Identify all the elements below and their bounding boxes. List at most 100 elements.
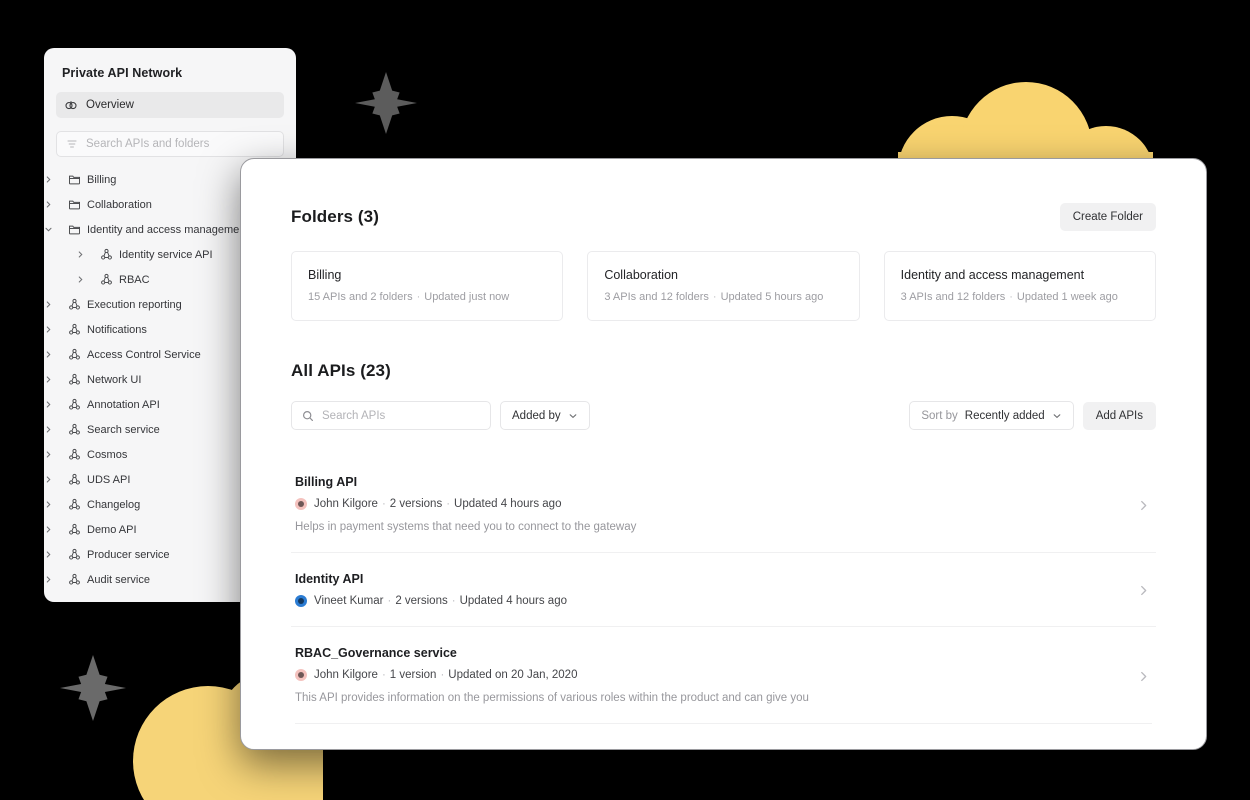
api-item-versions: 2 versions bbox=[395, 595, 448, 607]
api-item-name: RBAC_Governance service bbox=[295, 646, 457, 660]
meta-separator: · bbox=[440, 669, 445, 681]
sidebar-item-label: Access Control Service bbox=[87, 348, 201, 361]
folder-card[interactable]: Billing 15 APIs and 2 folders · Updated jus… bbox=[291, 251, 564, 321]
sort-by-value: Recently added bbox=[964, 409, 1045, 422]
chevron-right-icon[interactable] bbox=[1137, 582, 1156, 597]
chevron-down-icon[interactable] bbox=[44, 225, 68, 234]
sidebar-item-label: Identity service API bbox=[119, 248, 213, 261]
sidebar-item-label: Annotation API bbox=[87, 398, 160, 411]
api-nodes-icon bbox=[68, 448, 87, 461]
api-nodes-icon bbox=[68, 548, 87, 561]
chevron-right-icon[interactable] bbox=[1137, 497, 1156, 512]
chevron-right-icon[interactable] bbox=[44, 450, 68, 459]
folder-card-counts: 3 APIs and 12 folders bbox=[604, 291, 709, 303]
chevron-right-icon[interactable] bbox=[44, 550, 68, 559]
chevron-right-icon[interactable] bbox=[44, 200, 68, 209]
added-by-dropdown[interactable]: Added by bbox=[500, 401, 590, 430]
api-item-author: John Kilgore bbox=[314, 669, 378, 681]
api-nodes-icon bbox=[68, 398, 87, 411]
api-nodes-icon bbox=[68, 498, 87, 511]
sidebar-item-overview[interactable]: Overview bbox=[56, 92, 284, 118]
folder-icon bbox=[68, 223, 87, 236]
api-item-author: Vineet Kumar bbox=[314, 595, 384, 607]
sidebar-item-label: Demo API bbox=[87, 523, 137, 536]
sort-by-prefix: Sort by bbox=[921, 409, 958, 422]
sidebar-item-label: Identity and access management bbox=[87, 223, 249, 236]
sidebar-item-label: Changelog bbox=[87, 498, 141, 511]
folder-card-updated: Updated just now bbox=[424, 291, 510, 303]
api-item-versions: 1 version bbox=[389, 669, 437, 681]
chevron-right-icon[interactable] bbox=[44, 400, 68, 409]
folder-card[interactable]: Collaboration 3 APIs and 12 folders · Updat… bbox=[587, 251, 860, 321]
sidebar-title: Private API Network bbox=[62, 66, 183, 80]
sidebar-item-label: Audit service bbox=[87, 573, 150, 586]
folder-card-updated: Updated 1 week ago bbox=[1016, 291, 1118, 303]
folder-card-counts: 3 APIs and 12 folders bbox=[900, 291, 1006, 303]
api-list-item[interactable]: Identity API Vineet Kumar · 2 versions · Upda… bbox=[291, 552, 1156, 626]
chevron-right-icon[interactable] bbox=[44, 375, 68, 384]
api-item-author: John Kilgore bbox=[314, 498, 378, 510]
api-nodes-icon bbox=[68, 423, 87, 436]
chevron-right-icon[interactable] bbox=[1137, 668, 1156, 683]
sidebar-item-label: Network UI bbox=[87, 373, 142, 386]
folder-card[interactable]: Identity and access management 3 APIs and… bbox=[883, 251, 1156, 321]
add-apis-button[interactable]: Add APIs bbox=[1082, 401, 1156, 430]
api-list-item[interactable]: RBAC_Governance service John Kilgore · 1 ve… bbox=[291, 626, 1156, 723]
chevron-right-icon[interactable] bbox=[44, 475, 68, 484]
sidebar-item-label: Cosmos bbox=[87, 448, 128, 461]
chevron-right-icon[interactable] bbox=[44, 175, 68, 184]
api-nodes-icon bbox=[68, 473, 87, 486]
folder-icon bbox=[68, 173, 87, 186]
sidebar-search-input[interactable]: Search APIs and folders bbox=[56, 131, 284, 157]
chevron-right-icon[interactable] bbox=[44, 500, 68, 509]
star-decoration-top bbox=[355, 72, 417, 134]
sidebar-item-label: Notifications bbox=[87, 323, 147, 336]
create-folder-button[interactable]: Create Folder bbox=[1059, 203, 1156, 231]
cloud-decoration-top bbox=[898, 82, 1154, 224]
meta-separator: · bbox=[387, 595, 392, 607]
sidebar-search-placeholder: Search APIs and folders bbox=[86, 138, 210, 150]
folders-header: Folders (3) Create Folder bbox=[291, 203, 1156, 231]
search-apis-input[interactable]: Search APIs bbox=[291, 401, 491, 430]
meta-separator: · bbox=[712, 291, 717, 303]
folder-icon bbox=[68, 198, 87, 211]
api-item-description: This API provides information on the per… bbox=[295, 692, 809, 704]
api-nodes-icon bbox=[68, 348, 87, 361]
folder-card-updated: Updated 5 hours ago bbox=[720, 291, 824, 303]
meta-separator: · bbox=[381, 498, 386, 510]
chevron-right-icon[interactable] bbox=[76, 275, 100, 284]
avatar bbox=[295, 498, 307, 510]
meta-separator: · bbox=[451, 595, 456, 607]
api-list-bottom-divider bbox=[295, 723, 1152, 724]
api-item-updated: Updated on 20 Jan, 2020 bbox=[448, 669, 578, 681]
meta-separator: · bbox=[416, 291, 421, 303]
folders-title: Folders (3) bbox=[291, 207, 380, 226]
folder-card-name: Collaboration bbox=[604, 268, 678, 282]
chevron-right-icon[interactable] bbox=[44, 425, 68, 434]
apis-title: All APIs (23) bbox=[291, 361, 391, 380]
api-nodes-icon bbox=[68, 298, 87, 311]
sort-by-dropdown[interactable]: Sort by Recently added bbox=[909, 401, 1074, 430]
search-apis-placeholder: Search APIs bbox=[322, 409, 386, 422]
chevron-right-icon[interactable] bbox=[44, 350, 68, 359]
api-list-item[interactable]: Billing API John Kilgore · 2 versions · Updat… bbox=[291, 456, 1156, 552]
sidebar-item-label: Execution reporting bbox=[87, 298, 182, 311]
search-icon bbox=[302, 410, 314, 422]
chevron-down-icon bbox=[1052, 411, 1062, 421]
api-item-description: Helps in payment systems that need you t… bbox=[295, 521, 637, 533]
api-nodes-icon bbox=[68, 573, 87, 586]
meta-separator: · bbox=[1009, 291, 1013, 303]
folder-card-meta: 3 APIs and 12 folders · Updated 5 hours ag… bbox=[604, 291, 842, 303]
avatar bbox=[295, 669, 307, 681]
meta-separator: · bbox=[446, 498, 451, 510]
api-nodes-icon bbox=[100, 273, 119, 286]
api-item-body: RBAC_Governance service John Kilgore · 1 ve… bbox=[295, 646, 1137, 704]
folder-card-name: Identity and access management bbox=[900, 268, 1085, 282]
api-nodes-icon bbox=[68, 323, 87, 336]
chevron-right-icon[interactable] bbox=[44, 525, 68, 534]
chevron-right-icon[interactable] bbox=[44, 325, 68, 334]
chevron-right-icon[interactable] bbox=[76, 250, 100, 259]
chevron-right-icon[interactable] bbox=[44, 300, 68, 309]
chevron-right-icon[interactable] bbox=[44, 575, 68, 584]
sidebar-item-label: RBAC bbox=[119, 273, 150, 286]
